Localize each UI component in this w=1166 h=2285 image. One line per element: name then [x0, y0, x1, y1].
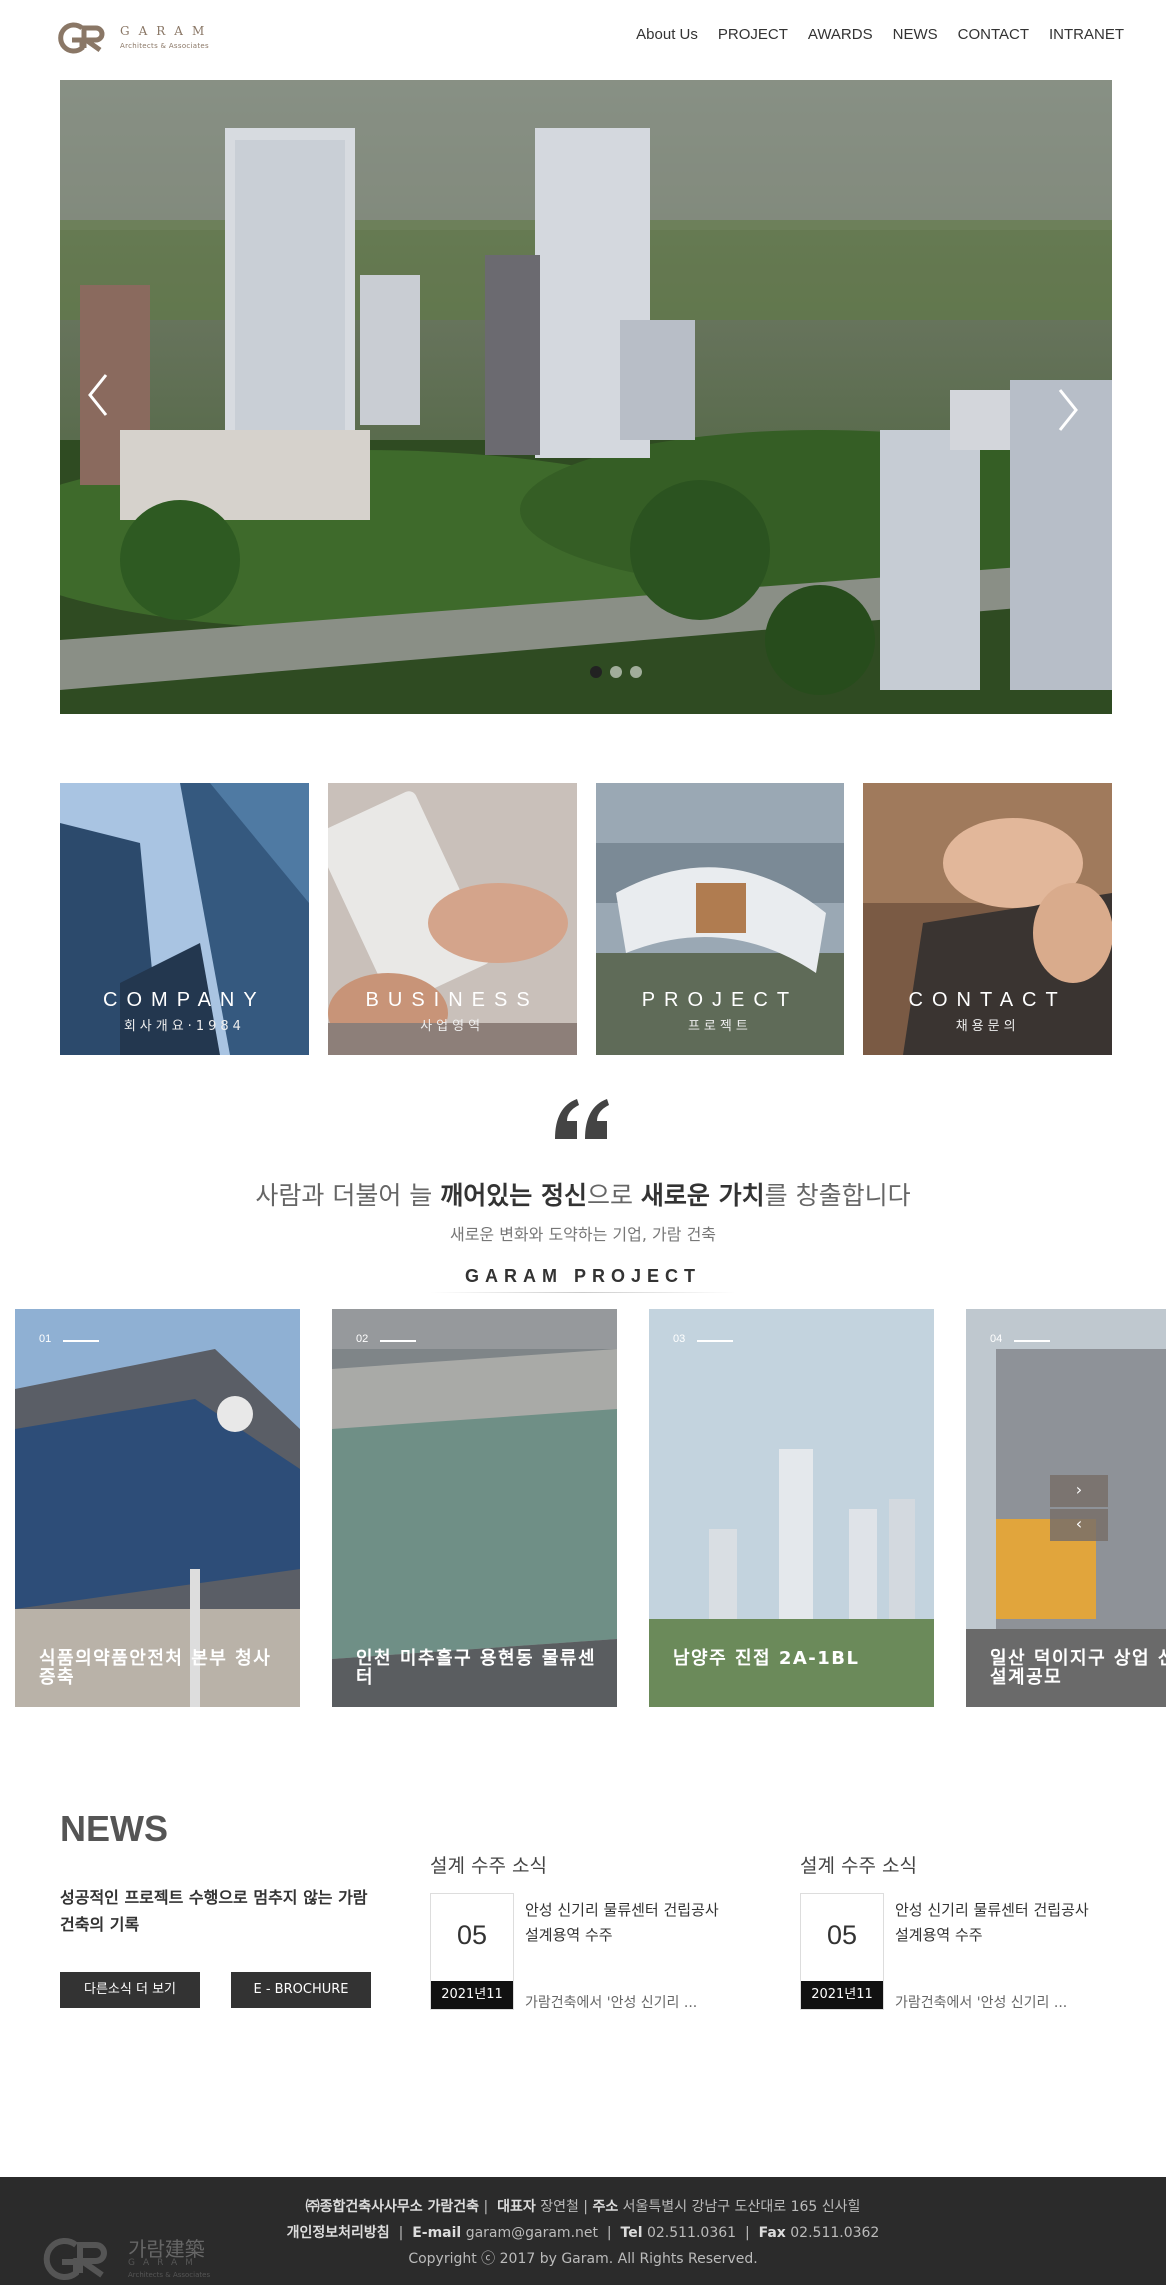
tile-subtitle: 회사개요·1984 [123, 1019, 245, 1034]
slider-dot-2[interactable] [610, 666, 622, 678]
project-card[interactable]: 02 인천 미추홀구 용현동 물류센터 [332, 1309, 617, 1707]
footer-email-label: E-mail [412, 2225, 462, 2241]
news-date-box: 05 2021년11 [430, 1893, 514, 2010]
news-description: 성공적인 프로젝트 수행으로 멈추지 않는 가람 건축의 기록 [60, 1888, 368, 1934]
news-heading: NEWS [60, 1808, 168, 1849]
project-title: 남양주 진접 2A-1BL [673, 1648, 860, 1669]
footer-logo-sub: Architects & Associates [128, 2271, 211, 2279]
project-card[interactable]: 04 일산 덕이지구 상업 신축공사 설계공모 [966, 1309, 1166, 1707]
news-item-excerpt: 가람건축에서 '안성 신기리 ... [895, 1995, 1068, 2011]
project-card[interactable]: 01 식품의약품안전처 본부 청사 증축 [15, 1309, 300, 1707]
nav-about-us[interactable]: About Us [636, 26, 698, 43]
project-number-line [697, 1340, 733, 1342]
footer-addr-label: 주소 [592, 2199, 619, 2215]
section-divider [430, 1292, 736, 1293]
tagline-bold: 새로운 가치 [640, 1181, 765, 1210]
tile-title: BUSINESS [365, 989, 539, 1011]
chevron-right-icon[interactable] [1048, 380, 1088, 440]
slider-pagination [590, 666, 642, 678]
garam-logo-icon [58, 22, 105, 54]
nav-news[interactable]: NEWS [893, 26, 938, 43]
chevron-left-icon[interactable] [78, 365, 118, 425]
e-brochure-button[interactable]: E - BROCHURE [231, 1972, 371, 2008]
tagline-bold: 깨어있는 정신 [440, 1181, 587, 1210]
slider-dot-3[interactable] [630, 666, 642, 678]
site-header: GARAM Architects & Associates About Us P… [0, 0, 1166, 76]
footer-contact-line: 개인정보처리방침 | E-mail garam@garam.net | Tel … [286, 2225, 880, 2241]
news-year-month: 2021년11 [431, 1981, 513, 2009]
footer-fax: 02.511.0362 [790, 2225, 880, 2241]
tile-subtitle: 채용문의 [955, 1019, 1020, 1034]
news-day: 05 [826, 1920, 858, 1950]
footer-address: 서울특별시 강남구 도산대로 165 신사힐 [622, 2199, 861, 2215]
news-item-title[interactable]: 안성 신기리 물류센터 건립공사 설계용역 수주 [895, 1898, 1095, 1948]
footer-company-line: ㈜종합건축사사무소 가람건축 | 대표자 장연철 | 주소 서울특별시 강남구 … [305, 2199, 861, 2215]
hero-slider[interactable] [60, 80, 1112, 714]
tile-title: COMPANY [103, 989, 266, 1011]
project-title: 식품의약품안전처 본부 청사 증축 [39, 1648, 272, 1688]
section-title: GARAM PROJECT [464, 1266, 701, 1286]
tagline-part: 으로 [586, 1181, 641, 1210]
project-number: 01 [39, 1333, 52, 1345]
nav-project[interactable]: PROJECT [718, 26, 788, 43]
logo-wordmark: GARAM [120, 24, 214, 38]
footer-tel-label: Tel [620, 2225, 643, 2241]
garam-logo[interactable]: GARAM Architects & Associates [56, 20, 216, 58]
tile-company[interactable]: COMPANY 회사개요·1984 [60, 783, 309, 1055]
project-number: 02 [356, 1333, 369, 1345]
quote-icon [555, 1099, 609, 1139]
footer-tel: 02.511.0361 [646, 2225, 737, 2241]
tagline-part: 사람과 더불어 늘 [255, 1181, 441, 1210]
main-nav: About Us PROJECT AWARDS NEWS CONTACT INT… [636, 26, 1124, 43]
project-number: 03 [673, 1333, 686, 1345]
privacy-policy-link[interactable]: 개인정보처리방침 [287, 2225, 390, 2241]
tile-subtitle: 사업영역 [420, 1019, 485, 1034]
tile-business[interactable]: BUSINESS 사업영역 [327, 783, 577, 1055]
footer-company: ㈜종합건축사사무소 가람건축 [305, 2199, 480, 2215]
tile-contact[interactable]: CONTACT 채용문의 [863, 783, 1112, 1055]
project-number-line [380, 1340, 416, 1342]
tile-project[interactable]: PROJECT 프로젝트 [595, 783, 845, 1055]
footer-rep-label: 대표자 [497, 2199, 536, 2215]
tile-title: CONTACT [908, 989, 1067, 1011]
project-number-line [1014, 1340, 1050, 1342]
carousel-prev-button[interactable]: ‹ [1050, 1509, 1108, 1541]
tagline-part: 를 창출합니다 [764, 1181, 911, 1210]
project-number: 04 [990, 1333, 1003, 1345]
news-category: 설계 수주 소식 [800, 1855, 917, 1877]
tile-title: PROJECT [641, 989, 799, 1011]
category-tiles: COMPANY 회사개요·1984 BUSINESS 사업영역 PROJECT … [60, 783, 1112, 1055]
subtagline: 새로운 변화와 도약하는 기업, 가람 건축 [449, 1225, 717, 1244]
nav-awards[interactable]: AWARDS [808, 26, 873, 43]
footer-rep: 장연철 [540, 2199, 579, 2215]
tile-subtitle: 프로젝트 [687, 1019, 752, 1034]
footer-email[interactable]: garam@garam.net [466, 2225, 598, 2241]
logo-subtitle: Architects & Associates [120, 42, 209, 50]
news-category: 설계 수주 소식 [430, 1855, 547, 1877]
project-card[interactable]: 03 남양주 진접 2A-1BL [649, 1309, 934, 1707]
slider-dot-1[interactable] [590, 666, 602, 678]
project-title: 인천 미추홀구 용현동 물류센터 [356, 1648, 597, 1688]
nav-intranet[interactable]: INTRANET [1049, 26, 1124, 43]
news-day: 05 [456, 1920, 488, 1950]
hero-image [60, 80, 1112, 714]
news-year-month: 2021년11 [801, 1981, 883, 2009]
footer-copyright: Copyright ⓒ 2017 by Garam. All Rights Re… [408, 2251, 758, 2267]
site-footer: 가람建築 GARAM Architects & Associates ㈜종합건축… [0, 2177, 1166, 2285]
nav-contact[interactable]: CONTACT [958, 26, 1029, 43]
project-title: 일산 덕이지구 상업 신축공사 설계공모 [990, 1648, 1166, 1688]
more-news-button[interactable]: 다른소식 더 보기 [60, 1972, 200, 2008]
news-date-box: 05 2021년11 [800, 1893, 884, 2010]
news-item-title[interactable]: 안성 신기리 물류센터 건립공사 설계용역 수주 [525, 1898, 725, 1948]
footer-fax-label: Fax [758, 2225, 786, 2241]
project-number-line [63, 1340, 99, 1342]
news-item-excerpt: 가람건축에서 '안성 신기리 ... [525, 1995, 698, 2011]
carousel-next-button[interactable]: › [1050, 1475, 1108, 1507]
project-carousel: 01 식품의약품안전처 본부 청사 증축 02 인천 미추홀구 용현동 물류센터… [15, 1309, 1166, 1707]
tagline: 사람과 더불어 늘 깨어있는 정신으로 새로운 가치를 창출합니다 [0, 1176, 1166, 1212]
